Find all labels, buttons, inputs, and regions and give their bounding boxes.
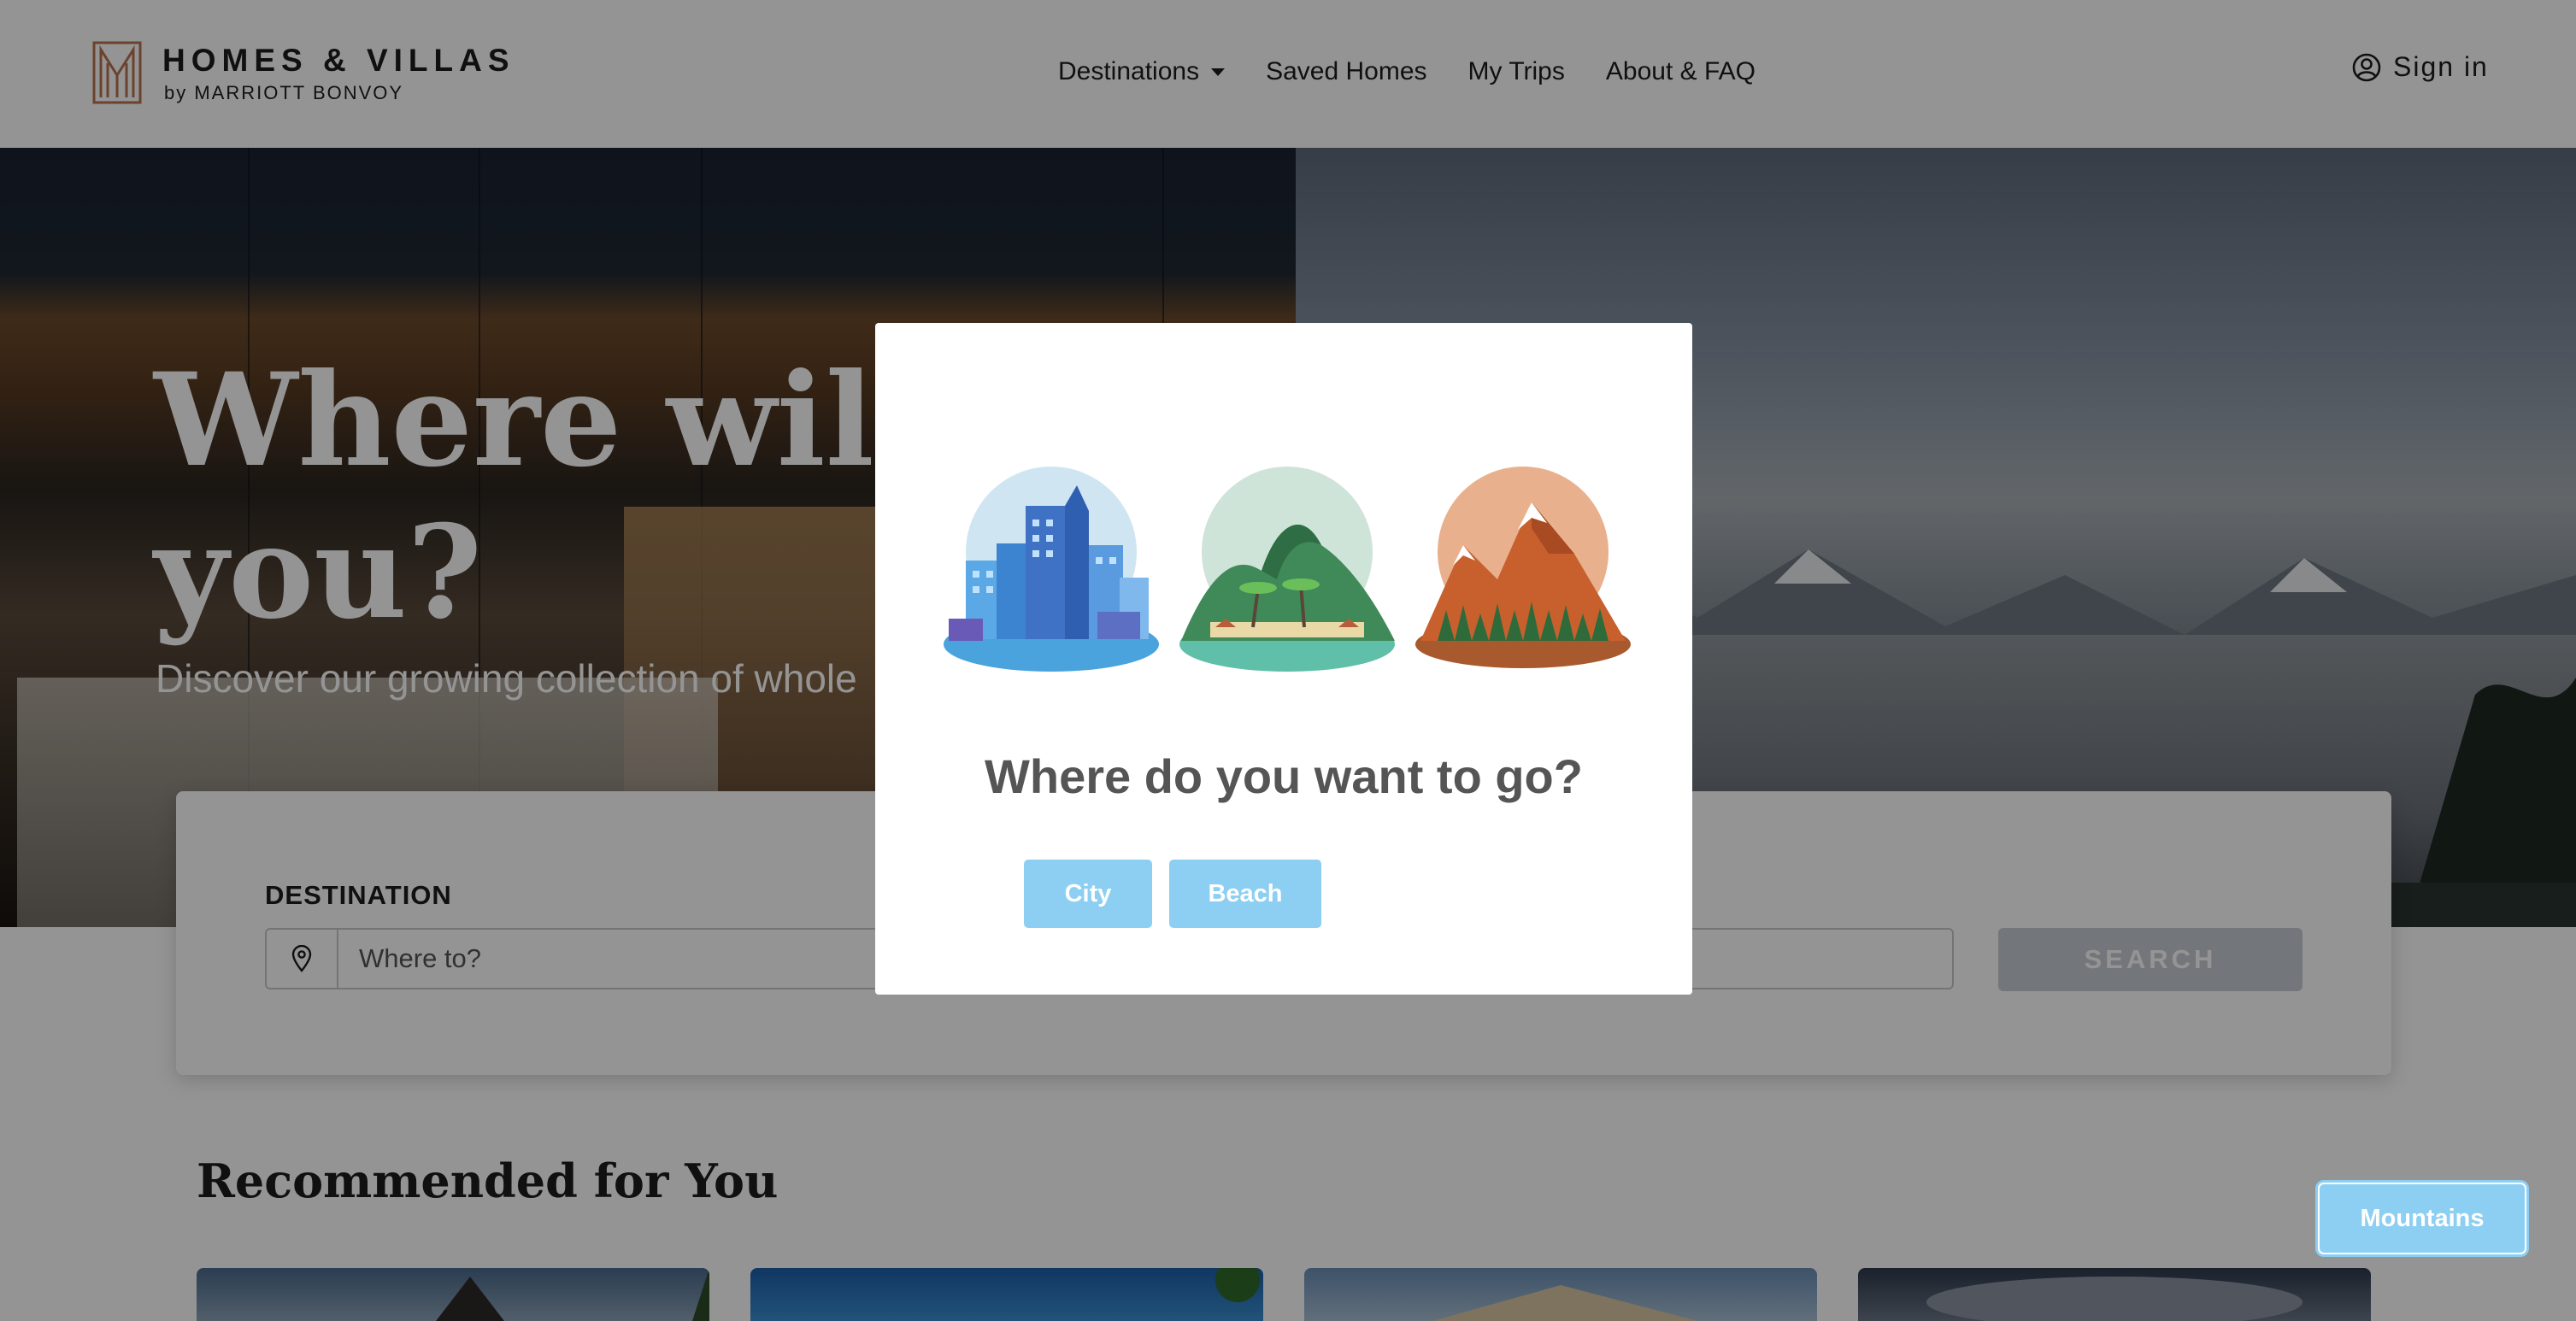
beach-illustration — [1179, 467, 1395, 672]
illustrations-row — [940, 451, 1632, 673]
mountains-button[interactable]: Mountains — [2320, 1184, 2525, 1253]
modal-title: Where do you want to go? — [985, 749, 1583, 803]
beach-button[interactable]: Beach — [1169, 860, 1321, 928]
city-button[interactable]: City — [1024, 860, 1152, 928]
mountains-illustration — [1415, 467, 1631, 668]
destination-type-choices: City Beach Mountains — [1024, 860, 2525, 1253]
destination-type-modal: Where do you want to go? City Beach Moun… — [875, 323, 2525, 1253]
city-illustration — [944, 467, 1159, 672]
